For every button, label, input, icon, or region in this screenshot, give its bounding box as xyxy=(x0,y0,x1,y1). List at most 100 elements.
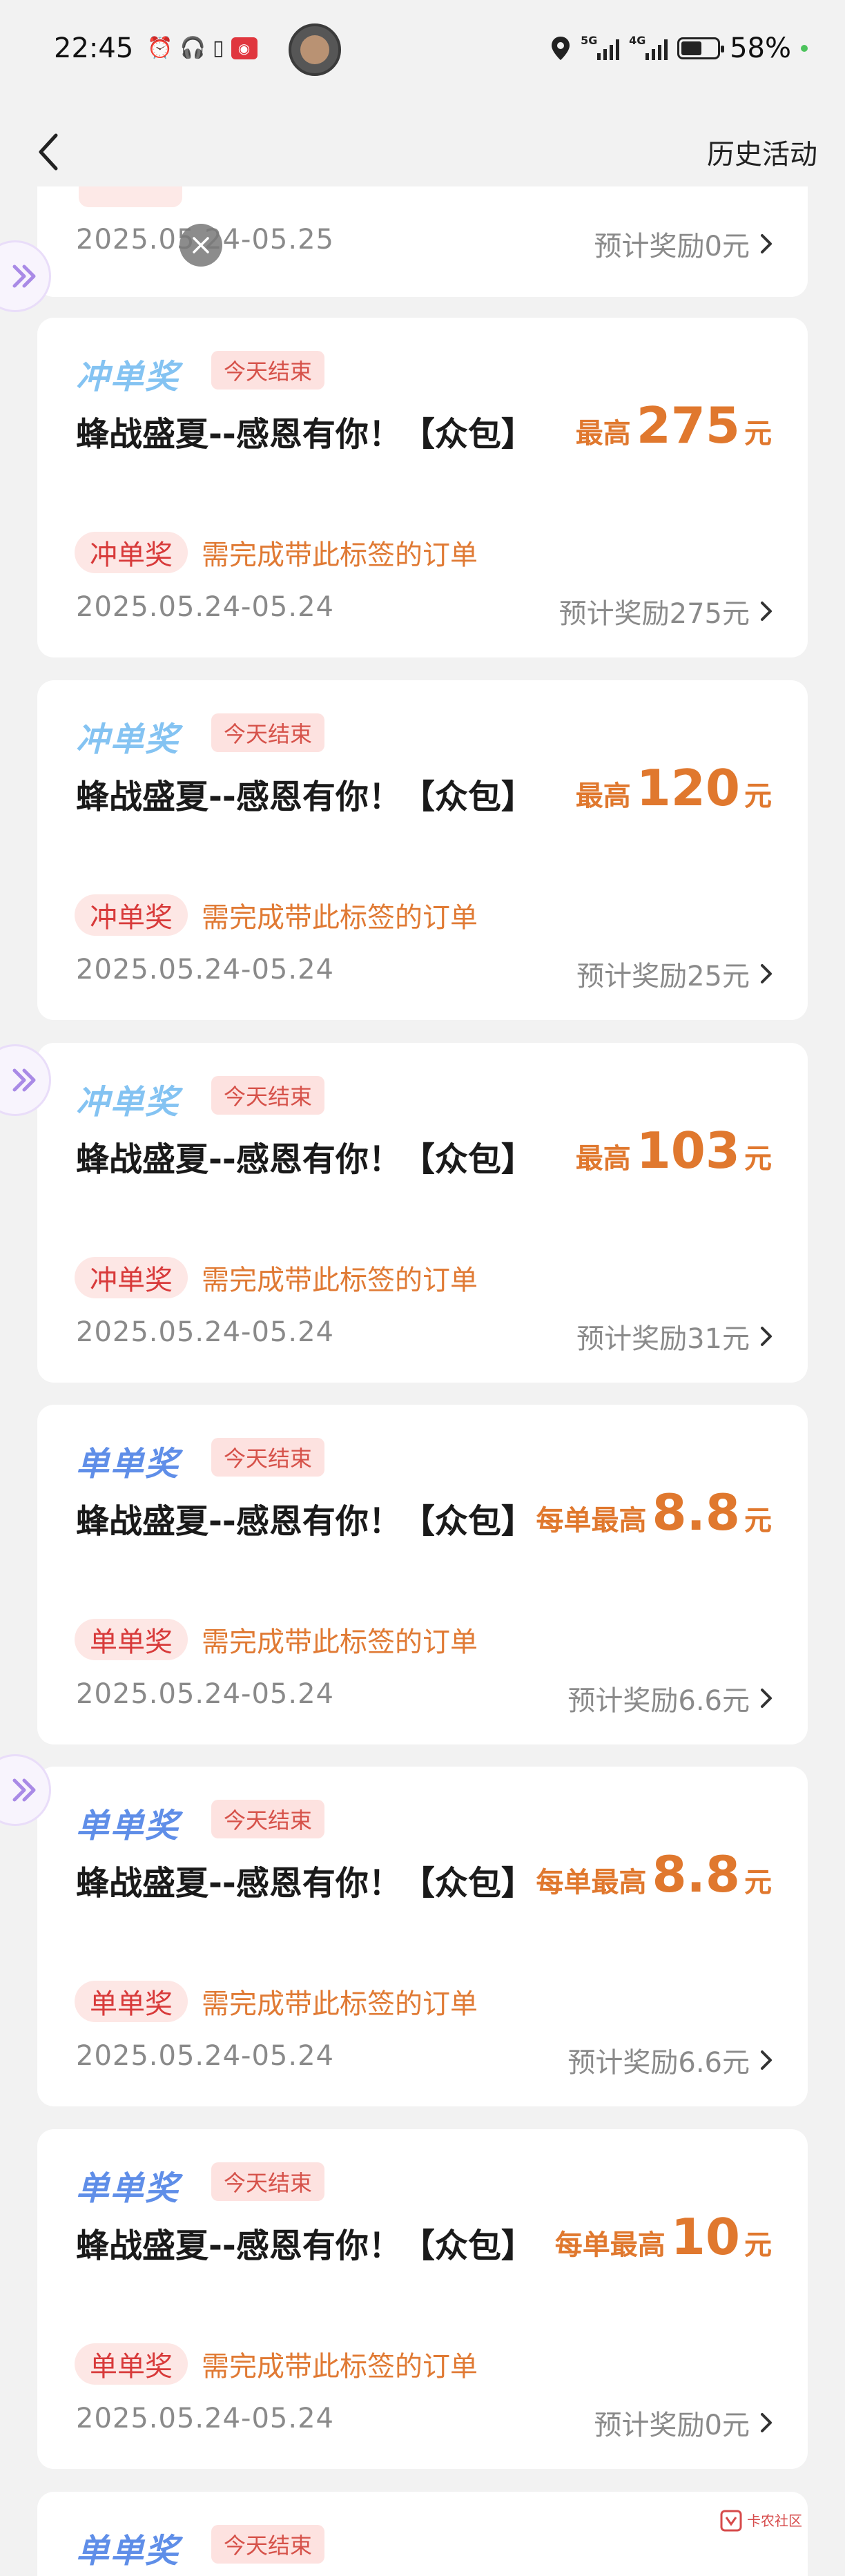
reward-value: 120 xyxy=(636,759,740,817)
activity-date: 2025.05.24-05.24 xyxy=(76,1678,334,1710)
chevron-right-icon xyxy=(761,234,772,253)
estimated-reward-text: 预计奖励275元 xyxy=(559,598,750,630)
activity-type-tag: 单单奖 xyxy=(76,2532,180,2570)
floating-avatar[interactable] xyxy=(289,23,341,76)
activity-date: 2025.05.24-05.24 xyxy=(76,591,334,623)
activity-type-tag: 冲单奖 xyxy=(76,358,180,396)
history-activities-link[interactable]: 历史活动 xyxy=(707,132,817,172)
activity-list-page: 22:45 ⏰ 🎧 ▯ ◉ 5G 4G 58% 历史活动 预计奖励0元 冲单奖 … xyxy=(0,0,845,2576)
activity-card[interactable]: 冲单奖 今天结束 蜂战盛夏--感恩有你！【众包】 最高 275 元 冲单奖 需完成带… xyxy=(37,318,808,657)
activity-card[interactable]: 冲单奖 今天结束 蜂战盛夏--感恩有你！【众包】 最高 103 元 冲单奖 需完成带… xyxy=(37,1043,808,1383)
estimated-reward[interactable]: 预计奖励0元 xyxy=(594,2403,773,2443)
estimated-reward-text: 预计奖励31元 xyxy=(576,1323,750,1355)
reward-prefix: 每单最高 xyxy=(536,1867,647,1899)
order-tag-pill: 冲单奖 xyxy=(75,1257,188,1298)
chevron-right-icon xyxy=(761,2413,772,2432)
estimated-reward[interactable]: 预计奖励275元 xyxy=(559,591,773,631)
max-reward: 最高 120 元 xyxy=(576,759,772,817)
close-icon xyxy=(193,237,209,253)
double-chevron-right-icon xyxy=(12,1778,36,1802)
headphones-icon: 🎧 xyxy=(179,36,206,60)
max-reward: 每单最高 8.8 元 xyxy=(536,1845,772,1903)
reward-value: 10 xyxy=(670,2208,740,2266)
close-float-button[interactable] xyxy=(179,224,222,267)
signal-4g-icon: 4G xyxy=(629,34,668,60)
activity-title: 蜂战盛夏--感恩有你！【众包】 xyxy=(76,1502,534,1541)
estimated-reward[interactable]: 预计奖励25元 xyxy=(576,954,773,994)
signal-5g-icon: 5G xyxy=(581,34,620,60)
estimated-reward-text: 预计奖励6.6元 xyxy=(567,2047,750,2079)
signal-5g-label: 5G xyxy=(581,34,598,47)
order-tag-pill: 冲单奖 xyxy=(75,894,188,936)
reward-value: 275 xyxy=(636,396,740,454)
activity-type-tag: 冲单奖 xyxy=(76,1083,180,1122)
order-tag-note: 需完成带此标签的订单 xyxy=(202,902,478,934)
ends-today-badge: 今天结束 xyxy=(211,2525,325,2564)
estimated-reward[interactable]: 预计奖励6.6元 xyxy=(567,2040,773,2080)
reward-prefix: 最高 xyxy=(575,1143,631,1175)
label-row: 单单奖 需完成带此标签的订单 xyxy=(75,1619,478,1660)
reward-unit: 元 xyxy=(744,1867,772,1899)
chevron-right-icon xyxy=(761,1327,772,1346)
watermark-text: 卡农社区 xyxy=(747,2512,802,2529)
location-icon xyxy=(552,37,570,60)
reward-unit: 元 xyxy=(744,1143,772,1175)
activity-card[interactable]: 单单奖 今天结束 蜂战盛夏--感恩有你！【众包】 每单最高 8.8 元 单单奖 需完… xyxy=(37,1767,808,2106)
order-tag-note: 需完成带此标签的订单 xyxy=(202,2351,478,2383)
activity-card[interactable]: 冲单奖 今天结束蜂战盛夏--感恩有你！【众包】 最高 120 元 冲单奖 需完成带… xyxy=(37,680,808,1020)
estimated-reward-text: 预计奖励0元 xyxy=(594,2410,750,2441)
signal-4g-label: 4G xyxy=(629,34,646,47)
status-notification-icons: ⏰ 🎧 ▯ ◉ xyxy=(147,36,258,60)
estimated-reward-text: 预计奖励25元 xyxy=(576,961,750,992)
activity-card[interactable]: 单单奖 今天结束 xyxy=(37,2492,808,2576)
activity-title: 蜂战盛夏--感恩有你！【众包】 xyxy=(76,415,534,454)
order-tag-note: 需完成带此标签的订单 xyxy=(202,539,478,571)
activity-type-tag: 单单奖 xyxy=(76,1807,180,1845)
activity-title: 蜂战盛夏--感恩有你！【众包】 xyxy=(76,2227,534,2265)
order-tag-pill: 冲单奖 xyxy=(75,532,188,573)
ends-today-badge: 今天结束 xyxy=(211,2162,325,2201)
activity-type-tag: 单单奖 xyxy=(76,2169,180,2208)
status-time: 22:45 xyxy=(54,32,134,64)
chevron-right-icon xyxy=(761,964,772,983)
label-row: 冲单奖 需完成带此标签的订单 xyxy=(75,1257,478,1298)
game-icon: ◉ xyxy=(231,37,258,59)
ends-today-badge: 今天结束 xyxy=(211,1438,325,1477)
max-reward: 最高 103 元 xyxy=(576,1122,772,1180)
label-row: 冲单奖 需完成带此标签的订单 xyxy=(75,894,478,936)
estimated-reward[interactable]: 预计奖励6.6元 xyxy=(567,1678,773,1718)
estimated-reward[interactable]: 预计奖励31元 xyxy=(576,1316,773,1356)
order-tag-note: 需完成带此标签的订单 xyxy=(202,1988,478,2020)
alarm-icon: ⏰ xyxy=(147,36,173,60)
estimated-reward-text: 预计奖励0元 xyxy=(594,231,750,262)
ends-today-badge: 今天结束 xyxy=(211,1076,325,1115)
privacy-indicator-dot xyxy=(801,45,808,52)
order-tag-pill: 单单奖 xyxy=(75,1981,188,2022)
back-button[interactable] xyxy=(28,124,69,180)
activity-card-partial[interactable]: 2025.05.24-05.25 预计奖励0元 xyxy=(37,186,808,297)
order-tag-pill: 单单奖 xyxy=(75,1619,188,1660)
estimated-reward[interactable]: 预计奖励0元 xyxy=(594,224,773,264)
reward-value: 8.8 xyxy=(652,1483,740,1541)
max-reward: 每单最高 10 元 xyxy=(555,2208,772,2266)
avatar-image xyxy=(300,35,329,64)
reward-value: 8.8 xyxy=(652,1845,740,1903)
activity-date: 2025.05.24-05.24 xyxy=(76,2040,334,2072)
activity-card[interactable]: 单单奖 今天结束 蜂战盛夏--感恩有你！【众包】 每单最高 10 元 单单奖 需完成… xyxy=(37,2129,808,2469)
ends-today-badge: 今天结束 xyxy=(211,1800,325,1838)
activity-title: 蜂战盛夏--感恩有你！【众包】 xyxy=(76,778,534,816)
activity-card[interactable]: 单单奖 今天结束蜂战盛夏--感恩有你！【众包】 每单最高 8.8 元 单单奖 需完… xyxy=(37,1405,808,1744)
reward-prefix: 每单最高 xyxy=(536,1505,647,1537)
label-row: 冲单奖 需完成带此标签的订单 xyxy=(75,532,478,573)
reward-unit: 元 xyxy=(744,1505,772,1537)
reward-unit: 元 xyxy=(744,780,772,812)
battery-small-icon: ▯ xyxy=(213,36,224,60)
activity-date: 2025.05.24-05.24 xyxy=(76,954,334,986)
watermark-icon xyxy=(720,2510,742,2532)
reward-value: 103 xyxy=(636,1122,740,1180)
double-chevron-right-icon xyxy=(12,1068,36,1092)
activity-title: 蜂战盛夏--感恩有你！【众包】 xyxy=(76,1140,534,1179)
chevron-right-icon xyxy=(761,602,772,621)
max-reward: 最高 275 元 xyxy=(576,396,772,454)
ends-today-badge: 今天结束 xyxy=(211,713,325,752)
